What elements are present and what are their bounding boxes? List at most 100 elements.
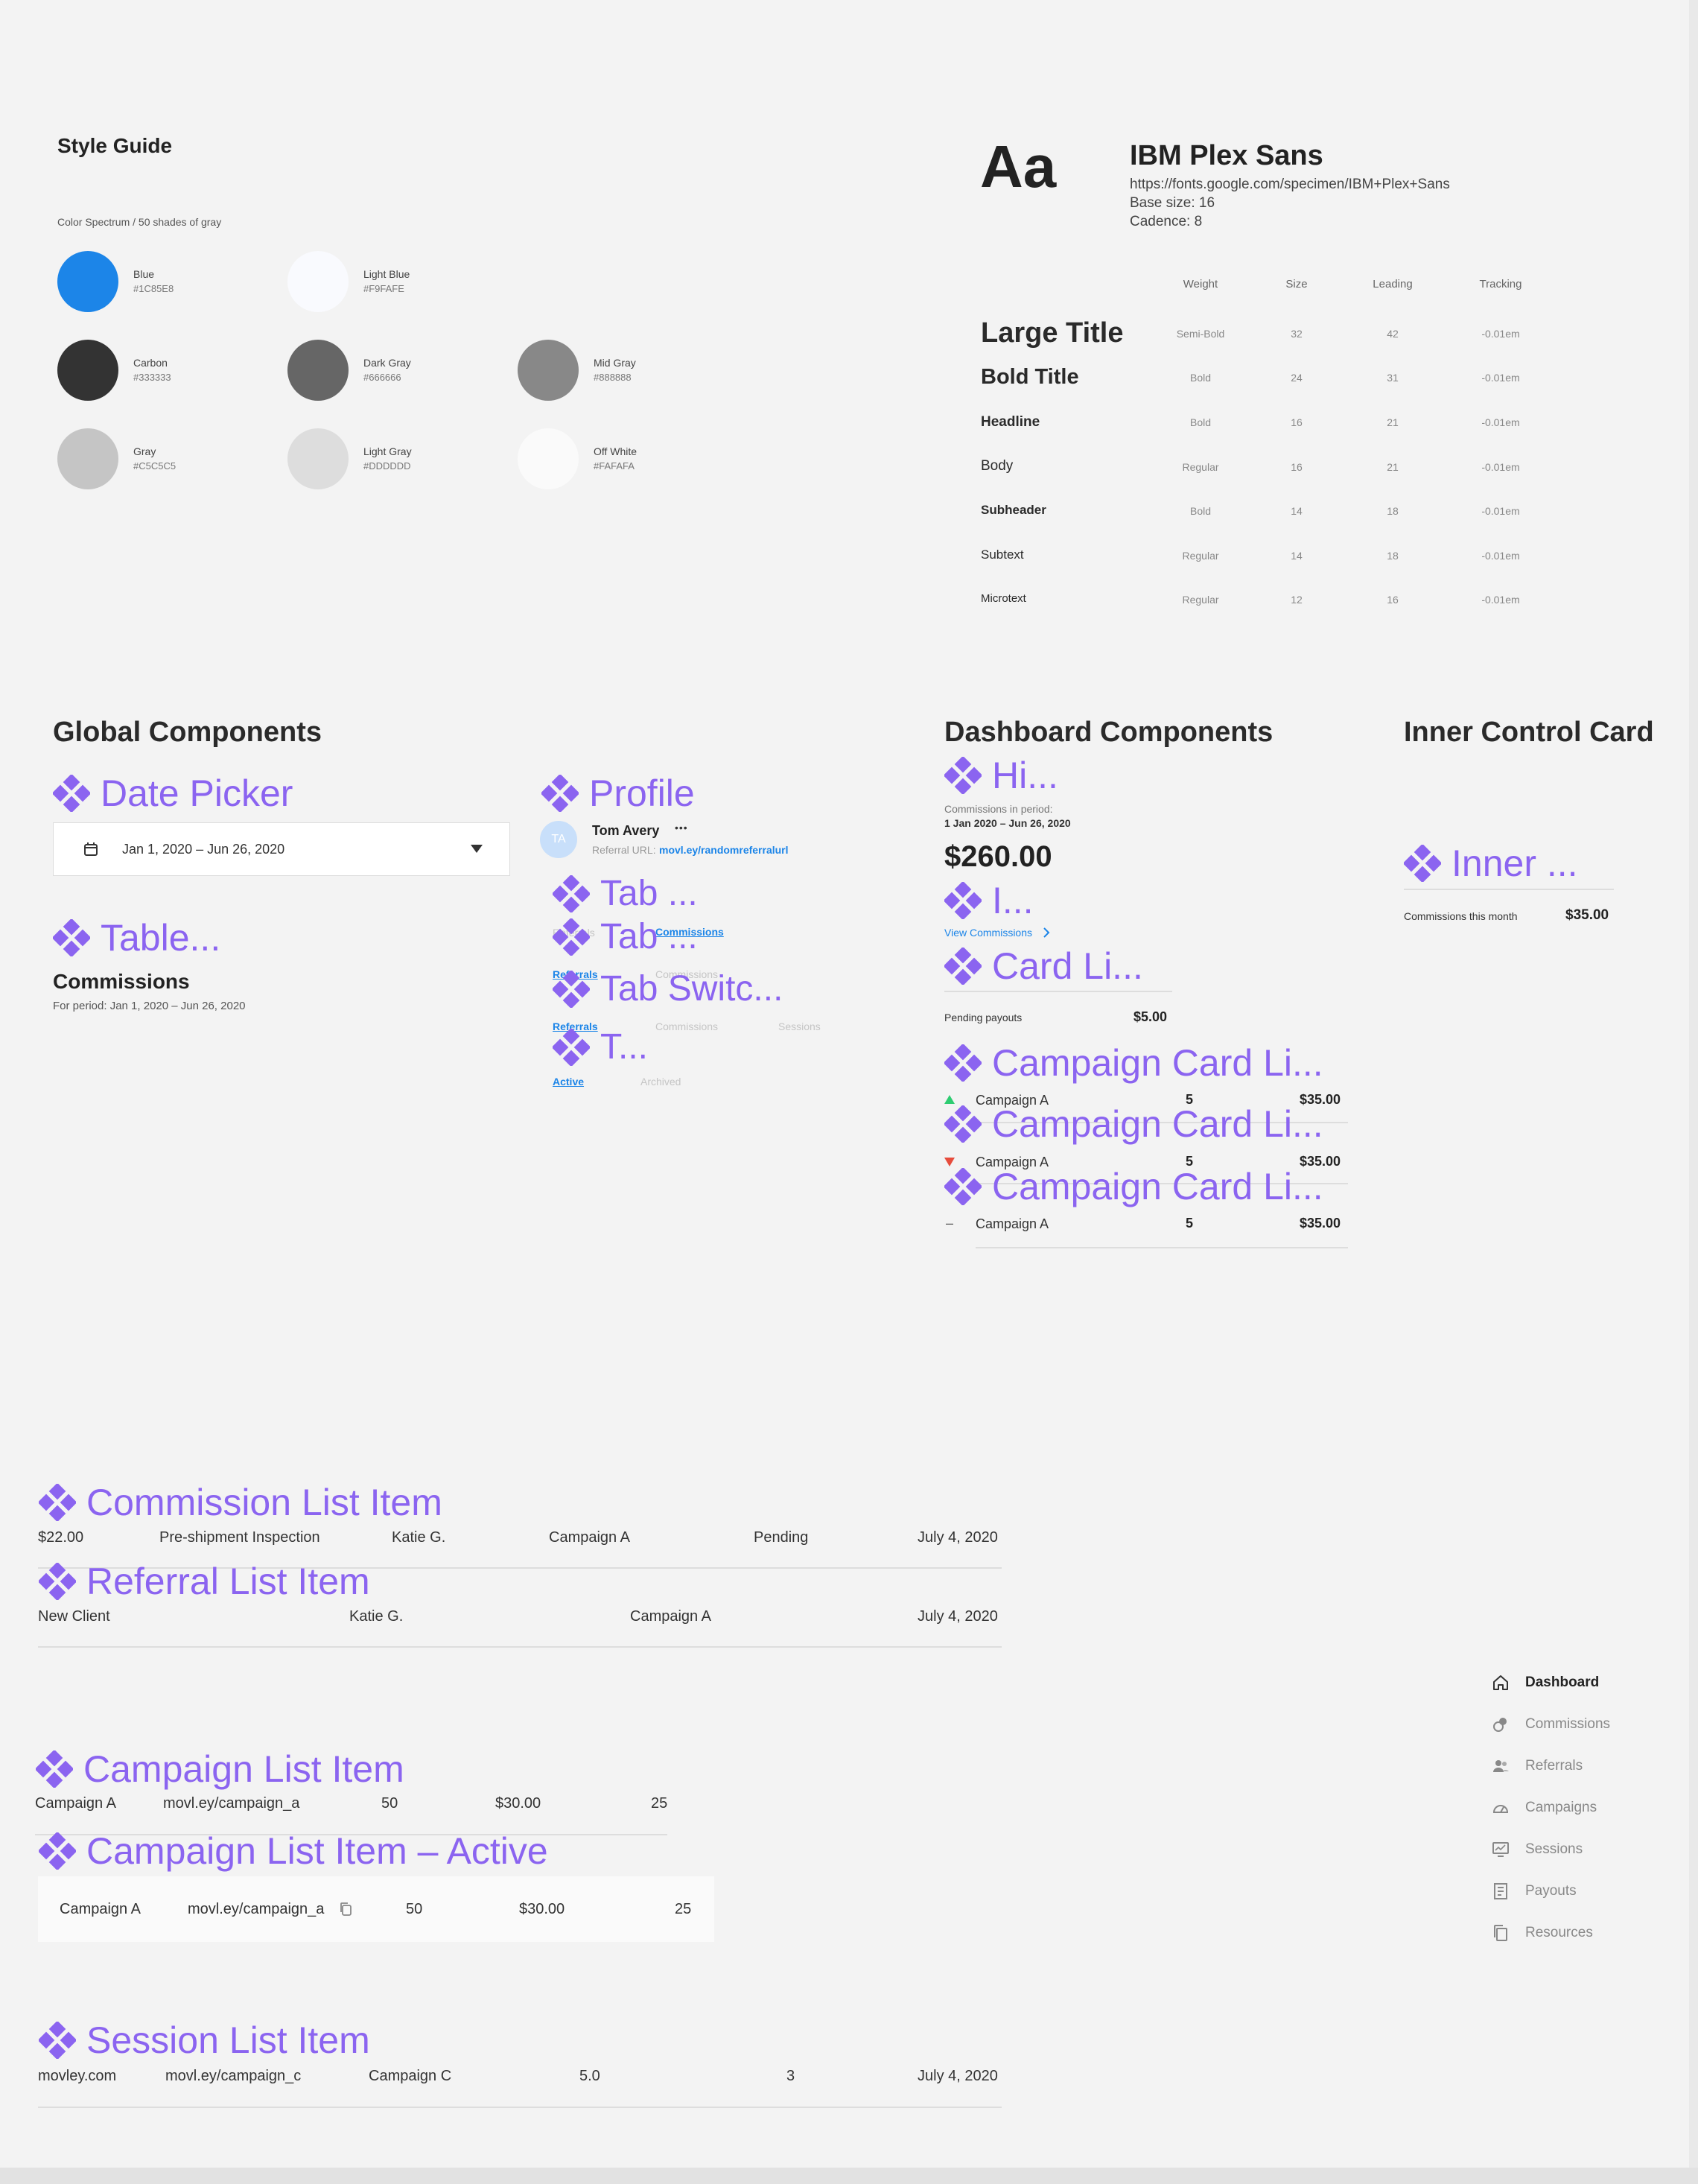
more-icon[interactable]: ••• <box>675 822 688 834</box>
component-diamond-icon <box>39 2022 76 2059</box>
component-label: Card Li... <box>992 945 1143 987</box>
col-weight: Weight <box>1183 278 1218 291</box>
commission-description: Pre-shipment Inspection <box>159 1529 320 1546</box>
cell: -0.01em <box>1481 372 1520 384</box>
component-diamond-icon <box>553 874 590 912</box>
global-components-title: Global Components <box>53 717 322 748</box>
component-diamond-icon <box>553 918 590 956</box>
component-label: T... <box>600 1027 649 1067</box>
nav-item-resources[interactable]: Resources <box>1489 1922 1593 1944</box>
swatch-name: Light Gray <box>363 445 412 457</box>
cell: 18 <box>1387 550 1399 562</box>
component-diamond-icon <box>944 1168 982 1205</box>
nav-item-payouts[interactable]: Payouts <box>1489 1880 1577 1902</box>
cell: 12 <box>1291 594 1303 606</box>
component-label: Campaign List Item <box>83 1748 404 1790</box>
component-campaign-list-title: Campaign List Item <box>36 1747 404 1791</box>
nav-item-commissions[interactable]: Commissions <box>1489 1713 1610 1736</box>
swatch-hex: #666666 <box>363 372 401 383</box>
view-commissions-link[interactable]: View Commissions <box>944 927 1050 939</box>
type-sample: Aa <box>980 133 1057 200</box>
component-tab-title-1: Tab ... <box>553 873 698 914</box>
swatch-circle <box>518 428 579 489</box>
referral-url-link[interactable]: movl.ey/randomreferralurl <box>659 844 789 856</box>
type-large-title: Large Title <box>981 317 1124 349</box>
divider <box>944 991 1172 992</box>
color-spectrum-label: Color Spectrum / 50 shades of gray <box>57 216 222 228</box>
campaign-url: movl.ey/campaign_a <box>163 1795 300 1812</box>
swatch-circle <box>287 340 349 401</box>
commissions-this-month-label: Commissions this month <box>1404 910 1518 922</box>
tab-sessions[interactable]: Sessions <box>778 1020 821 1032</box>
caret-down-icon[interactable] <box>471 845 483 854</box>
cell: Regular <box>1182 461 1219 473</box>
referral-type: New Client <box>38 1608 110 1625</box>
component-tab-switch-title: Tab Switc... <box>553 968 783 1009</box>
users-icon <box>1489 1755 1512 1777</box>
component-label: Hi... <box>992 755 1058 796</box>
referral-date: July 4, 2020 <box>918 1608 998 1625</box>
cell: -0.01em <box>1481 416 1520 428</box>
component-diamond-icon <box>39 1563 76 1600</box>
component-diamond-icon <box>541 775 579 812</box>
component-diamond-icon <box>553 970 590 1008</box>
campaign-card-amount: $35.00 <box>1300 1216 1341 1231</box>
session-count: 3 <box>786 2068 795 2084</box>
component-label: Commission List Item <box>86 1482 442 1523</box>
type-bold-title: Bold Title <box>981 365 1079 389</box>
nav-item-campaigns[interactable]: Campaigns <box>1489 1797 1597 1819</box>
component-diamond-icon <box>1404 845 1441 882</box>
nav-item-referrals[interactable]: Referrals <box>1489 1755 1583 1777</box>
component-label: Tab ... <box>600 874 698 913</box>
swatch-name: Off White <box>594 445 637 457</box>
component-label: Campaign List Item – Active <box>86 1830 548 1872</box>
nav-label: Referrals <box>1525 1758 1583 1774</box>
referral-url-label: Referral URL: <box>592 844 656 856</box>
swatch-hex: #333333 <box>133 372 171 383</box>
font-url[interactable]: https://fonts.google.com/specimen/IBM+Pl… <box>1130 177 1450 193</box>
tab-archived[interactable]: Archived <box>640 1076 681 1088</box>
col-size: Size <box>1285 278 1308 291</box>
divider <box>976 1247 1348 1248</box>
cell: 21 <box>1387 461 1399 473</box>
session-campaign: Campaign C <box>369 2068 452 2084</box>
swatch-blue: Blue #1C85E8 <box>57 251 174 312</box>
date-picker[interactable]: Jan 1, 2020 – Jun 26, 2020 <box>53 822 510 876</box>
commissions-this-month-value: $35.00 <box>1565 907 1609 923</box>
nav-item-sessions[interactable]: Sessions <box>1489 1838 1583 1861</box>
swatch-name: Mid Gray <box>594 357 636 369</box>
horizontal-scrollbar[interactable] <box>0 2168 1698 2184</box>
tab-commissions[interactable]: Commissions <box>655 1020 718 1032</box>
nav-item-dashboard[interactable]: Dashboard <box>1489 1672 1599 1694</box>
campaign-referrals: 25 <box>675 1901 692 1917</box>
swatch-name: Dark Gray <box>363 357 411 369</box>
component-campaign-card-title-3: Campaign Card Li... <box>944 1165 1323 1208</box>
pending-payouts-value: $5.00 <box>1133 1009 1168 1024</box>
session-score: 5.0 <box>579 2068 600 2084</box>
cell: 42 <box>1387 328 1399 340</box>
campaign-name: Campaign A <box>60 1901 141 1917</box>
type-microtext: Microtext <box>981 592 1026 605</box>
component-label: Campaign Card Li... <box>992 1103 1323 1145</box>
cell: Semi-Bold <box>1176 328 1225 340</box>
swatch-carbon: Carbon #333333 <box>57 340 171 401</box>
swatch-hex: #DDDDDD <box>363 460 411 472</box>
campaign-clicks: 50 <box>406 1901 423 1917</box>
vertical-scrollbar[interactable] <box>1689 0 1698 2168</box>
cell: 14 <box>1291 505 1303 517</box>
copy-icon[interactable] <box>339 1902 352 1917</box>
calendar-icon <box>84 842 98 856</box>
cell: 24 <box>1291 372 1303 384</box>
divider <box>38 2107 1002 2108</box>
profile-name: Tom Avery <box>592 823 660 838</box>
col-tracking: Tracking <box>1479 278 1522 291</box>
tab-active[interactable]: Active <box>553 1076 584 1088</box>
type-headline: Headline <box>981 414 1040 430</box>
component-diamond-icon <box>944 757 982 794</box>
type-subheader: Subheader <box>981 503 1046 517</box>
avatar[interactable]: TA <box>540 821 577 858</box>
nav-label: Sessions <box>1525 1841 1583 1857</box>
cell: -0.01em <box>1481 550 1520 562</box>
table-period: For period: Jan 1, 2020 – Jun 26, 2020 <box>53 1000 246 1012</box>
campaign-card-name: Campaign A <box>976 1216 1049 1231</box>
